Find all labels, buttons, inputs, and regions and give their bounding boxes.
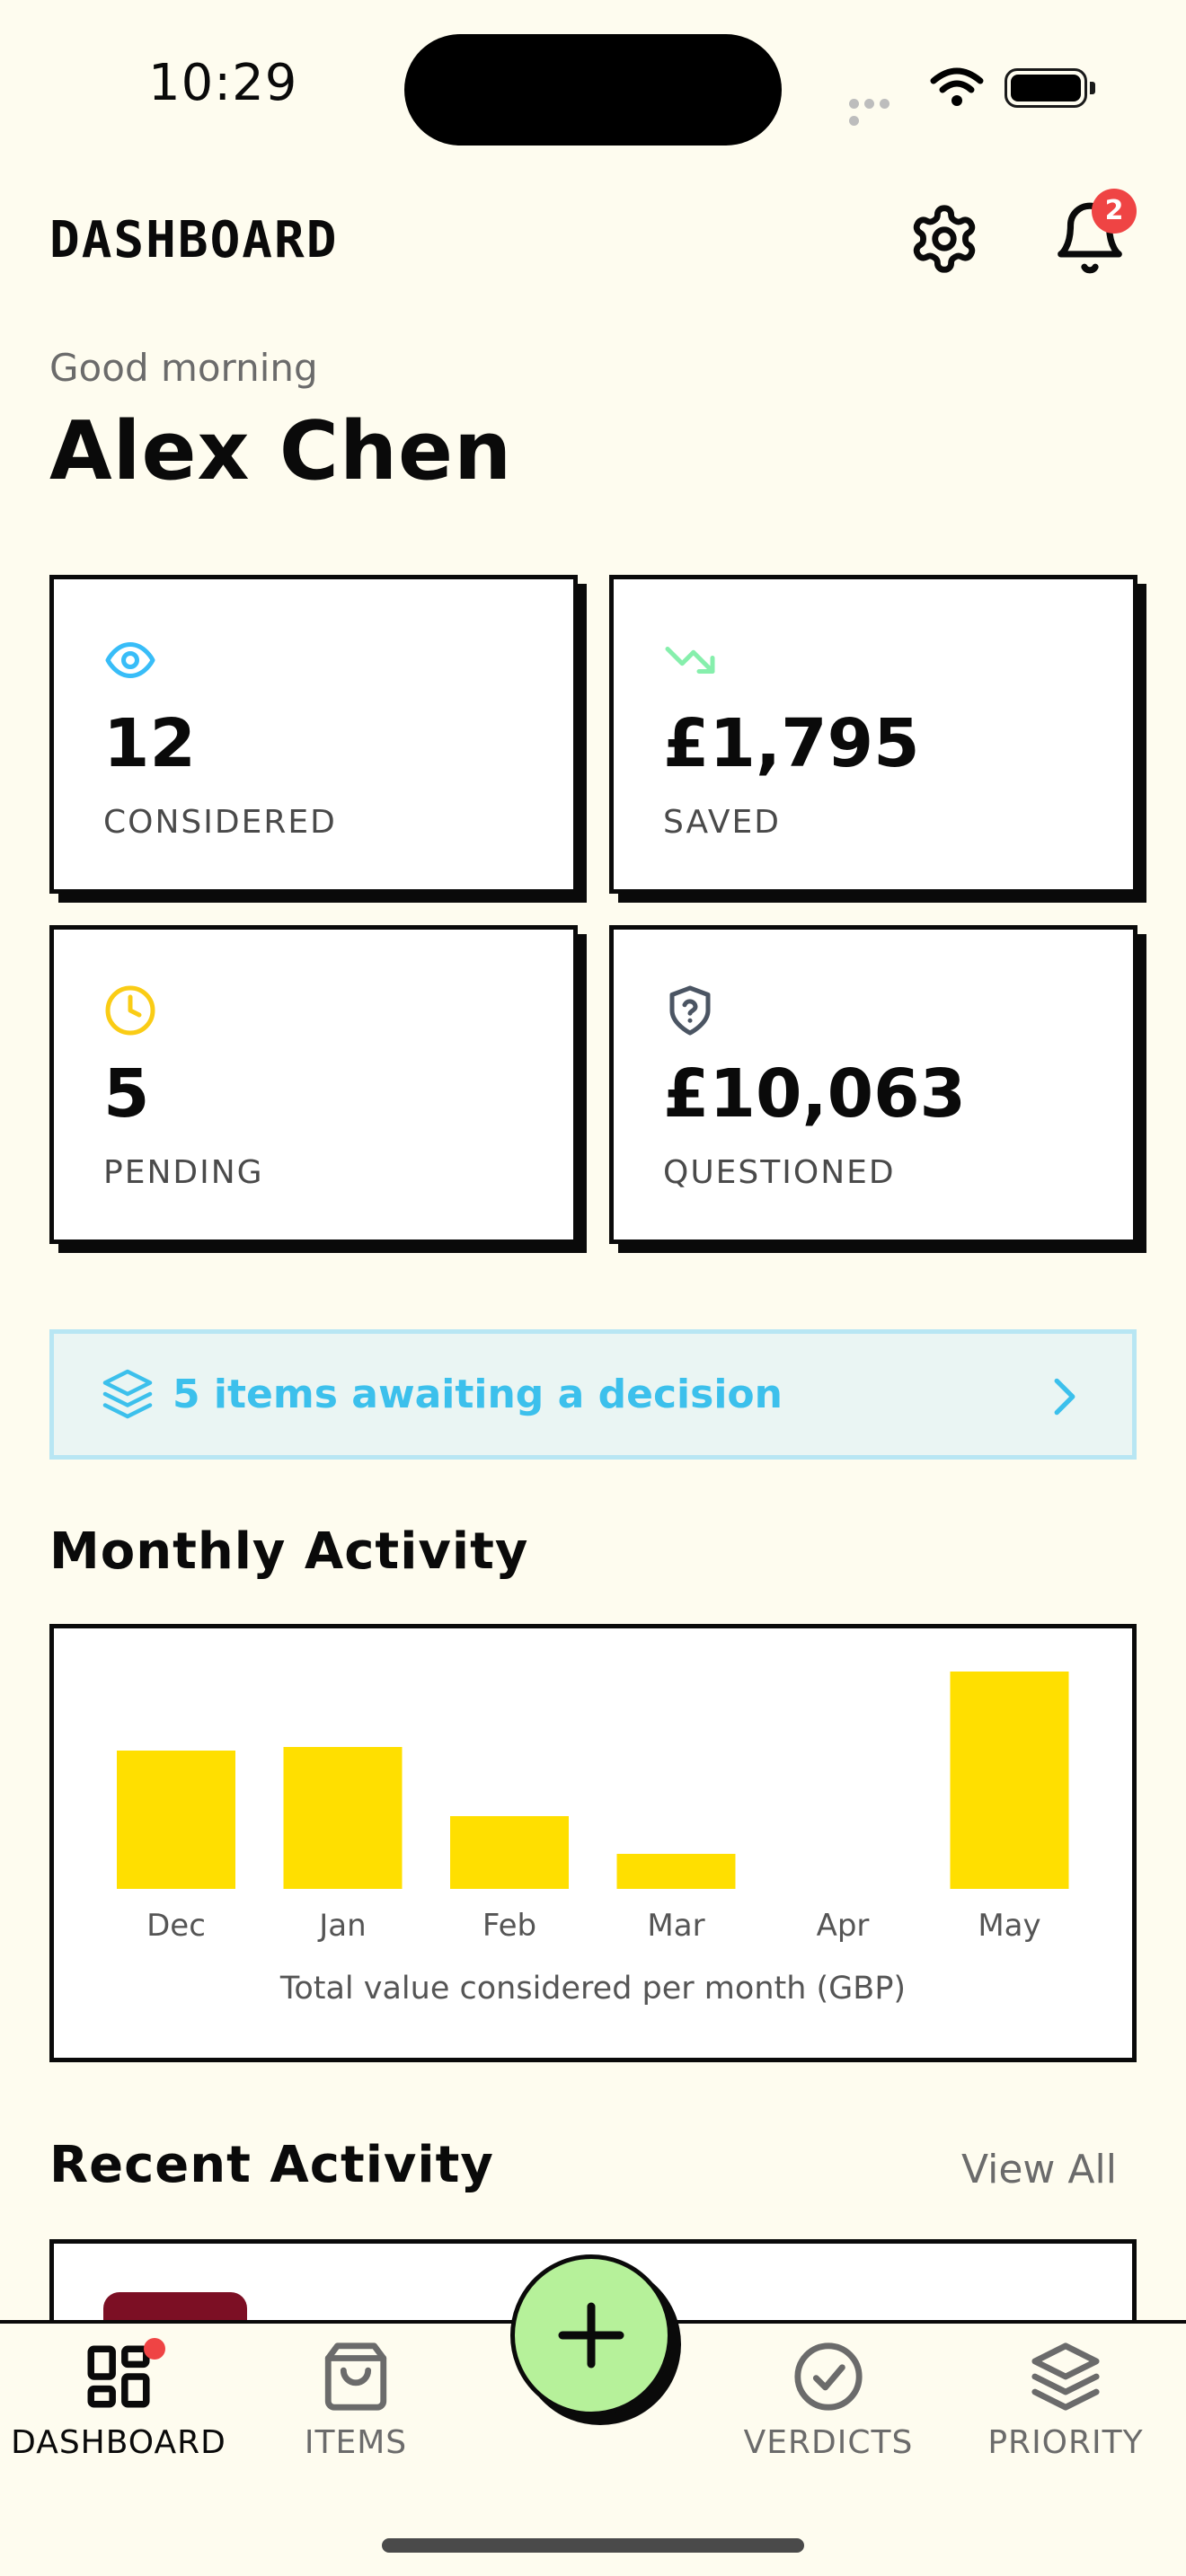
stat-card-considered[interactable]: 12 CONSIDERED (49, 575, 578, 894)
chart-bar-feb (450, 1816, 569, 1889)
monthly-activity-title: Monthly Activity (49, 1522, 529, 1581)
view-all-link[interactable]: View All (961, 2147, 1117, 2192)
cellular-signal-icon (849, 95, 908, 126)
chart-tick-label: Dec (146, 1908, 206, 1944)
battery-icon (1005, 68, 1095, 108)
shopping-bag-icon (324, 2342, 387, 2411)
stat-card-pending[interactable]: 5 PENDING (49, 925, 578, 1244)
tab-notification-dot (144, 2338, 165, 2360)
trending-down-icon (665, 647, 715, 674)
check-circle-icon (794, 2342, 863, 2411)
gear-icon[interactable] (907, 202, 981, 276)
chart-tick-label: Feb (482, 1908, 536, 1944)
stat-label: CONSIDERED (103, 804, 337, 841)
tab-label: VERDICTS (743, 2424, 914, 2461)
tab-label: PRIORITY (987, 2424, 1144, 2461)
chart-tick-label: Apr (817, 1908, 870, 1944)
page-title: DASHBOARD (49, 211, 339, 269)
bar-chart: Dec Jan Feb Mar Apr May Total value considered… (117, 1672, 1069, 2007)
dynamic-island (404, 34, 782, 146)
awaiting-decision-banner[interactable]: 5 items awaiting a decision (49, 1329, 1137, 1460)
shield-question-icon (669, 985, 711, 1036)
clock-icon (105, 985, 155, 1036)
chart-bar-dec (117, 1751, 235, 1889)
stat-value: £10,063 (663, 1055, 967, 1133)
plus-icon (558, 2302, 624, 2369)
greeting-text: Good morning (49, 346, 318, 390)
status-time: 10:29 (148, 54, 298, 112)
chart-tick-label: May (978, 1908, 1040, 1944)
tab-priority[interactable]: PRIORITY (947, 2340, 1184, 2461)
chart-bar-mar (616, 1854, 736, 1889)
chart-bar-may (950, 1672, 1069, 1889)
chart-tick-label: Mar (647, 1908, 704, 1944)
tab-items[interactable]: ITEMS (237, 2340, 474, 2461)
tab-verdicts[interactable]: VERDICTS (710, 2340, 947, 2461)
tab-label: DASHBOARD (11, 2424, 226, 2461)
monthly-activity-chart: Dec Jan Feb Mar Apr May Total value considered… (49, 1624, 1137, 2062)
stat-label: SAVED (663, 804, 781, 841)
wifi-icon (930, 67, 984, 106)
layers-icon (1031, 2342, 1100, 2411)
chart-x-axis-label: Total value considered per month (GBP) (279, 1971, 906, 2007)
stat-label: PENDING (103, 1154, 264, 1191)
stat-value: £1,795 (663, 705, 920, 782)
tab-dashboard[interactable]: DASHBOARD (0, 2340, 237, 2461)
stat-value: 12 (103, 705, 196, 782)
eye-icon (105, 642, 155, 678)
stat-label: QUESTIONED (663, 1154, 896, 1191)
chart-bar-jan (283, 1747, 403, 1889)
stat-card-questioned[interactable]: £10,063 QUESTIONED (609, 925, 1137, 1244)
add-item-button[interactable] (510, 2254, 672, 2416)
tab-label: ITEMS (304, 2424, 408, 2461)
home-indicator (382, 2538, 804, 2553)
stat-card-saved[interactable]: £1,795 SAVED (609, 575, 1137, 894)
awaiting-text: 5 items awaiting a decision (173, 1372, 783, 1417)
chevron-right-icon (1054, 1378, 1075, 1416)
recent-activity-title: Recent Activity (49, 2136, 494, 2194)
layers-icon (102, 1369, 153, 1419)
user-name: Alex Chen (49, 404, 513, 498)
chart-tick-label: Jan (317, 1908, 366, 1944)
stat-value: 5 (103, 1055, 150, 1133)
notification-badge: 2 (1092, 189, 1137, 234)
